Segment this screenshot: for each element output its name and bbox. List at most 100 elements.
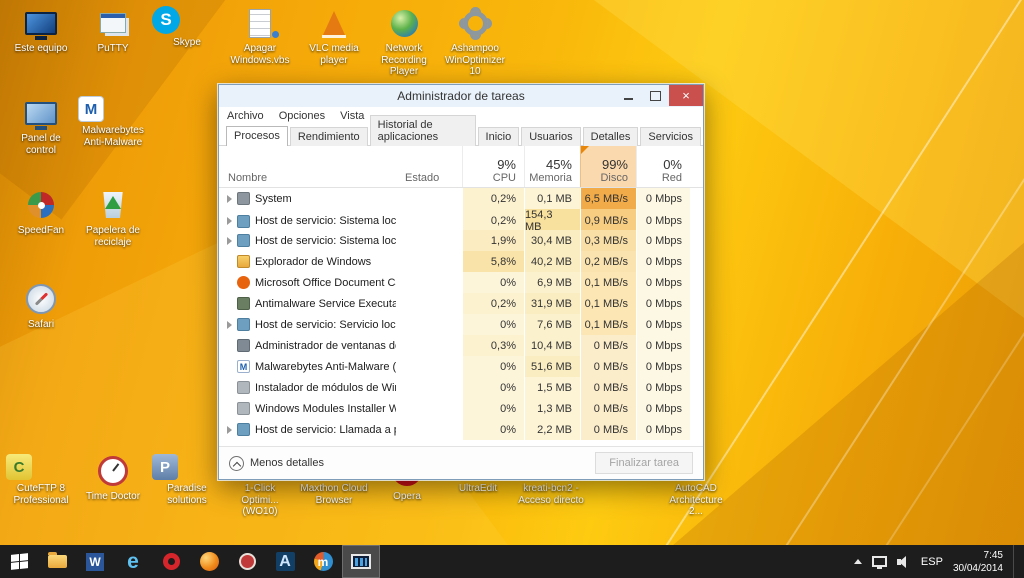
volume-tray-icon[interactable] bbox=[896, 555, 911, 568]
vlc-cone-icon bbox=[299, 6, 369, 40]
status-value bbox=[396, 398, 462, 419]
cpu-value: 0% bbox=[462, 377, 524, 398]
column-header-status[interactable]: Estado bbox=[396, 146, 462, 187]
process-row[interactable]: Host de servicio: Servicio local (... 0%7… bbox=[219, 314, 703, 335]
tab-0[interactable]: Procesos bbox=[226, 126, 288, 146]
fewer-details-toggle[interactable]: Menos detalles bbox=[229, 455, 324, 471]
process-row[interactable]: Instalador de módulos de Wind... 0%1,5 MB… bbox=[219, 377, 703, 398]
taskbar-app-maxthon[interactable] bbox=[304, 545, 342, 578]
process-name: Microsoft Office Document Cac... bbox=[255, 276, 396, 289]
network-value: 0 Mbps bbox=[636, 419, 690, 440]
expander-icon[interactable] bbox=[227, 320, 232, 329]
desktop-icon-network-recording[interactable]: Network Recording Player bbox=[369, 6, 439, 78]
desktop-icon-label: PuTTY bbox=[97, 43, 129, 54]
menu-item-2[interactable]: Vista bbox=[340, 110, 364, 122]
status-value bbox=[396, 293, 462, 314]
network-value: 0 Mbps bbox=[636, 230, 690, 251]
process-row[interactable]: Host de servicio: Llamada a pro... 0%2,2 … bbox=[219, 419, 703, 440]
menu-item-1[interactable]: Opciones bbox=[279, 110, 325, 122]
cpu-value: 0% bbox=[462, 398, 524, 419]
tab-1[interactable]: Rendimiento bbox=[289, 127, 368, 146]
desktop-icon-paradise[interactable]: Paradise solutions bbox=[152, 454, 222, 506]
tab-2[interactable]: Historial de aplicaciones bbox=[369, 115, 476, 146]
desktop-icon-panel-control[interactable]: Panel de control bbox=[6, 96, 76, 156]
process-row[interactable]: Administrador de ventanas del ... 0,3%10,… bbox=[219, 335, 703, 356]
taskbar-app-app-red[interactable] bbox=[228, 545, 266, 578]
process-name: Malwarebytes Anti-Malware (32... bbox=[255, 360, 396, 373]
taskbar-app-autocad[interactable] bbox=[266, 545, 304, 578]
network-value: 0 Mbps bbox=[636, 377, 690, 398]
tab-4[interactable]: Usuarios bbox=[521, 127, 581, 146]
process-row[interactable]: Antimalware Service Executable 0,2%31,9 M… bbox=[219, 293, 703, 314]
process-row[interactable]: Host de servicio: Sistema local (... 1,9%… bbox=[219, 230, 703, 251]
column-header-cpu[interactable]: 9% CPU bbox=[462, 146, 524, 187]
desktop-icon-label: 1-Click Optimi... (WO10) bbox=[241, 483, 279, 517]
desktop-icon-label: CuteFTP 8 Professional bbox=[13, 483, 69, 506]
compass-icon bbox=[6, 282, 76, 316]
process-row[interactable]: System 0,2% 0,1 MB 6,5 MB/s 0 Mbps bbox=[219, 188, 703, 209]
column-header-memory[interactable]: 45% Memoria bbox=[524, 146, 580, 187]
desktop-icon-este-equipo[interactable]: Este equipo bbox=[6, 6, 76, 55]
skype-icon bbox=[152, 6, 180, 34]
column-headers: Nombre Estado 9% CPU 45% Memoria 99% Dis… bbox=[219, 146, 703, 188]
tab-5[interactable]: Detalles bbox=[582, 127, 639, 146]
process-row[interactable]: Windows Modules Installer Wor... 0%1,3 MB… bbox=[219, 398, 703, 419]
clock[interactable]: 7:45 30/04/2014 bbox=[953, 549, 1003, 575]
desktop-icon-cuteftp[interactable]: CuteFTP 8 Professional bbox=[6, 454, 76, 506]
status-value bbox=[396, 419, 462, 440]
cuteftp-icon bbox=[6, 454, 32, 480]
tab-3[interactable]: Inicio bbox=[477, 127, 520, 146]
maximize-button[interactable] bbox=[642, 85, 669, 106]
process-row[interactable]: Microsoft Office Document Cac... 0%6,9 MB… bbox=[219, 272, 703, 293]
process-name: Host de servicio: Llamada a pro... bbox=[255, 423, 396, 436]
column-header-network[interactable]: 0% Red bbox=[636, 146, 690, 187]
show-desktop-strip[interactable] bbox=[1013, 545, 1018, 578]
expander-icon[interactable] bbox=[227, 236, 232, 245]
cpu-value: 5,8% bbox=[462, 251, 524, 272]
desktop-icon-time-doctor[interactable]: Time Doctor bbox=[78, 454, 148, 503]
memory-value: 2,2 MB bbox=[524, 419, 580, 440]
taskbar-app-ie[interactable] bbox=[114, 545, 152, 578]
desktop-icon-putty[interactable]: PuTTY bbox=[78, 6, 148, 55]
taskbar-app-explorer[interactable] bbox=[38, 545, 76, 578]
desktop-icon-ashampoo[interactable]: Ashampoo WinOptimizer 10 bbox=[440, 6, 510, 78]
close-button[interactable]: × bbox=[669, 85, 703, 106]
desktop-icon-safari[interactable]: Safari bbox=[6, 282, 76, 331]
expander-icon[interactable] bbox=[227, 217, 232, 225]
process-row[interactable]: Explorador de Windows 5,8% 40,2 MB 0,2 MB/s… bbox=[219, 251, 703, 272]
desktop-icon-papelera[interactable]: Papelera de reciclaje bbox=[78, 188, 148, 248]
process-row[interactable]: Malwarebytes Anti-Malware (32... 0%51,6 M… bbox=[219, 356, 703, 377]
process-icon bbox=[237, 381, 250, 394]
language-indicator[interactable]: ESP bbox=[921, 556, 943, 568]
expander-icon[interactable] bbox=[227, 425, 232, 434]
sort-flag-icon bbox=[581, 146, 589, 154]
desktop-icon-vlc[interactable]: VLC media player bbox=[299, 6, 369, 66]
desktop-icon-skype[interactable]: Skype bbox=[152, 6, 222, 49]
control-panel-icon bbox=[6, 96, 76, 130]
taskbar-app-opera[interactable] bbox=[152, 545, 190, 578]
start-button[interactable] bbox=[0, 545, 38, 578]
network-tray-icon[interactable] bbox=[871, 556, 887, 569]
desktop-icon-speedfan[interactable]: SpeedFan bbox=[6, 188, 76, 237]
minimize-button[interactable] bbox=[615, 85, 642, 106]
desktop-icon-label: Papelera de reciclaje bbox=[86, 225, 140, 248]
network-value: 0 Mbps bbox=[636, 188, 690, 209]
process-name: Explorador de Windows bbox=[255, 255, 372, 268]
process-row[interactable]: Host de servicio: Sistema local (...0,2%… bbox=[219, 209, 703, 233]
end-task-button[interactable]: Finalizar tarea bbox=[595, 452, 693, 474]
tab-6[interactable]: Servicios bbox=[640, 127, 701, 146]
menu-item-0[interactable]: Archivo bbox=[227, 110, 264, 122]
desktop-icon-malwarebytes[interactable]: Malwarebytes Anti-Malware bbox=[78, 96, 148, 148]
taskbar-app-firefox[interactable] bbox=[190, 545, 228, 578]
desktop-icon-label: Paradise solutions bbox=[167, 483, 207, 506]
taskbar-app-word[interactable] bbox=[76, 545, 114, 578]
disk-column-label: Disco bbox=[600, 172, 628, 184]
expander-icon[interactable] bbox=[227, 194, 232, 203]
column-header-name[interactable]: Nombre bbox=[219, 146, 396, 187]
taskbar-app-task-manager[interactable] bbox=[342, 545, 380, 578]
fewer-details-label: Menos detalles bbox=[250, 457, 324, 469]
show-hidden-icons-chevron[interactable] bbox=[853, 559, 862, 564]
title-bar[interactable]: Administrador de tareas × bbox=[219, 85, 703, 107]
desktop-icon-apagar[interactable]: Apagar Windows.vbs bbox=[225, 6, 295, 66]
column-header-disk[interactable]: 99% Disco bbox=[580, 146, 636, 187]
